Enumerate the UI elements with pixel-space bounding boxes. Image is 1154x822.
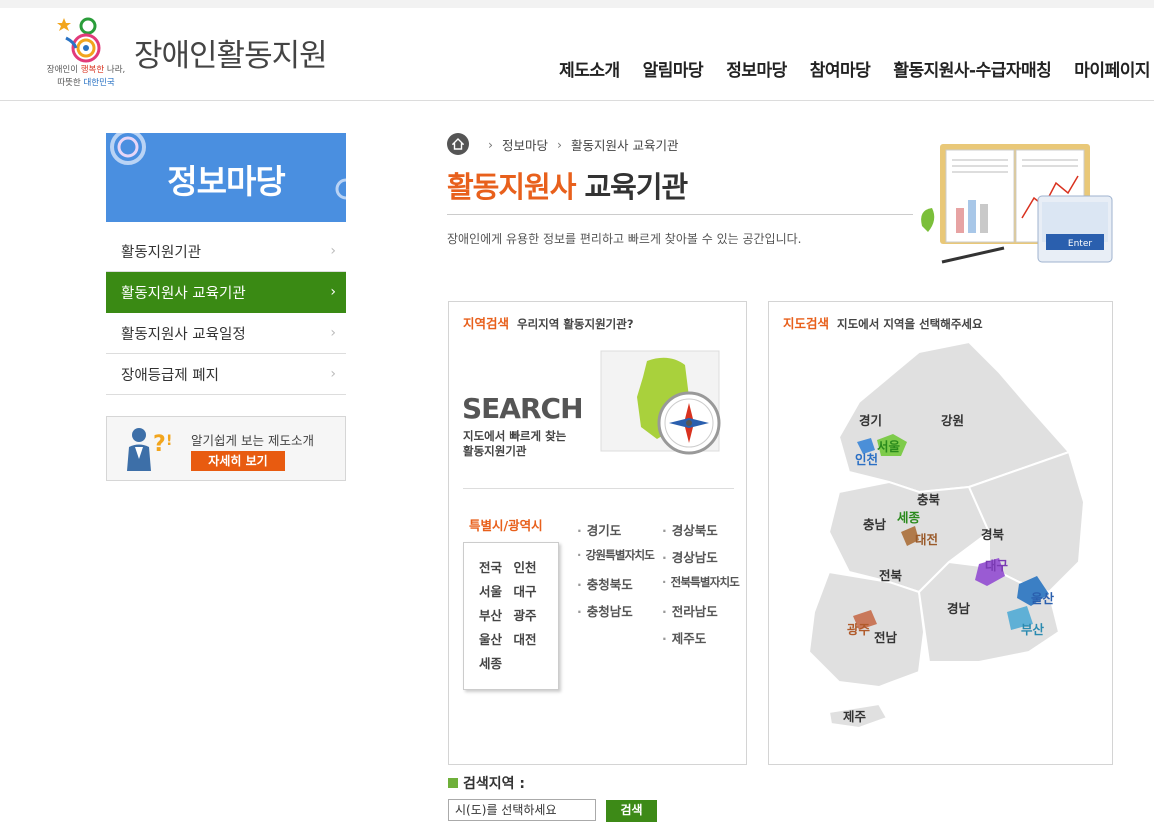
map-label-gyeonggi[interactable]: 경기: [859, 413, 882, 428]
metro-item[interactable]: 서울: [479, 581, 514, 605]
nav-item-mypage[interactable]: 마이페이지: [1074, 56, 1150, 81]
banner-text: 알기쉽게 보는 제도소개: [191, 433, 314, 448]
chevron-right-icon: ›: [330, 366, 336, 382]
map-label-chungbuk[interactable]: 충북: [917, 492, 941, 507]
breadcrumb-item[interactable]: 정보마당: [502, 135, 548, 154]
region-search-label: 지역검색 우리지역 활동지원기관?: [463, 316, 634, 331]
svg-text:?: ?: [153, 432, 166, 457]
map-search-panel: 지도검색 지도에서 지역을 선택해주세요 경기 강원 서울 인천 충북 충남 세…: [768, 301, 1113, 765]
nav-item-info[interactable]: 정보마당: [726, 56, 787, 81]
region-select[interactable]: 시(도)를 선택하세요: [448, 799, 596, 821]
nav-item-notice[interactable]: 알림마당: [643, 56, 704, 81]
document-folder-illustration: Enter: [921, 144, 1113, 264]
page-description: 장애인에게 유용한 정보를 편리하고 빠르게 찾아볼 수 있는 공간입니다.: [447, 232, 802, 246]
map-label-gwangju[interactable]: 광주: [847, 622, 871, 637]
map-search-label: 지도검색 지도에서 지역을 선택해주세요: [783, 316, 983, 331]
map-label-gangwon[interactable]: 강원: [941, 413, 964, 428]
chevron-right-icon: ›: [330, 243, 336, 259]
map-label-gyeongbuk[interactable]: 경북: [981, 527, 1005, 542]
system-intro-banner[interactable]: ? ! 알기쉽게 보는 제도소개 자세히 보기: [106, 416, 346, 481]
metro-item[interactable]: 부산: [479, 605, 514, 629]
map-label-daegu[interactable]: 대구: [985, 558, 1009, 573]
top-strip: [0, 0, 1154, 8]
korea-map[interactable]: 경기 강원 서울 인천 충북 충남 세종 대전 경북 대구 전북 경남 울산 부…: [769, 332, 1114, 762]
breadcrumb: › 정보마당 › 활동지원사 교육기관: [447, 133, 679, 155]
search-region-label: 검색지역 :: [448, 773, 525, 793]
nav-item-participation[interactable]: 참여마당: [810, 56, 871, 81]
enter-key-label: Enter: [1068, 239, 1092, 249]
province-item[interactable]: 충청북도: [577, 574, 654, 601]
region-search-panel: 지역검색 우리지역 활동지원기관? SEARCH 지도에서 빠르게 찾는 활동지원기…: [448, 301, 747, 765]
metro-item[interactable]: 인천: [514, 557, 549, 581]
panel-divider: [463, 488, 734, 489]
province-item[interactable]: 경상북도: [662, 520, 739, 547]
metro-item[interactable]: 대전: [514, 629, 549, 653]
metro-item[interactable]: 대구: [514, 581, 549, 605]
logo-slogan: 장애인이 행복한 나라, 따뜻한 대한민국: [46, 65, 126, 88]
metro-item[interactable]: 세종: [479, 653, 514, 677]
banner-detail-button[interactable]: 자세히 보기: [191, 451, 285, 471]
province-item[interactable]: 경기도: [577, 520, 654, 547]
metro-item[interactable]: 광주: [514, 605, 549, 629]
metro-item[interactable]: 전국: [479, 557, 514, 581]
breadcrumb-separator-icon: ›: [488, 136, 493, 152]
province-item[interactable]: 경상남도: [662, 547, 739, 574]
site-header: 장애인이 행복한 나라, 따뜻한 대한민국 장애인활동지원 제도소개 알림마당 …: [0, 8, 1154, 101]
chevron-right-icon: ›: [330, 325, 336, 341]
metro-item[interactable]: 울산: [479, 629, 514, 653]
nav-item-matching[interactable]: 활동지원사-수급자매칭: [893, 56, 1051, 81]
sidebar-title-text: 정보마당: [167, 162, 285, 201]
province-item[interactable]: 강원특별자치도: [577, 547, 655, 574]
map-label-chungnam[interactable]: 충남: [863, 517, 887, 532]
sidebar-item-training-schedule[interactable]: 활동지원사 교육일정 ›: [106, 313, 346, 354]
chevron-right-icon: ›: [330, 284, 336, 300]
sidebar-menu: 활동지원기관 › 활동지원사 교육기관 › 활동지원사 교육일정 › 장애등급제 폐지…: [106, 231, 346, 395]
map-label-jeonnam[interactable]: 전남: [874, 630, 898, 645]
search-heading: SEARCH: [462, 392, 584, 425]
logo-icon[interactable]: [56, 16, 106, 68]
main-nav: 제도소개 알림마당 정보마당 참여마당 활동지원사-수급자매칭 마이페이지: [536, 56, 1150, 81]
map-compass-icon: [600, 350, 721, 455]
map-label-jeju[interactable]: 제주: [843, 709, 867, 724]
province-item[interactable]: 전북특별자치도: [662, 574, 740, 601]
site-title[interactable]: 장애인활동지원: [134, 30, 328, 75]
metro-label: 특별시/광역시: [469, 518, 543, 533]
bullet-square-icon: [448, 778, 458, 788]
sidebar-item-support-agency[interactable]: 활동지원기관 ›: [106, 231, 346, 272]
province-list-col1: 경기도 강원특별자치도 충청북도 충청남도: [577, 520, 655, 628]
breadcrumb-item[interactable]: 활동지원사 교육기관: [571, 135, 678, 154]
map-label-jeonbuk[interactable]: 전북: [879, 568, 903, 583]
map-label-incheon[interactable]: 인천: [855, 452, 878, 467]
sidebar-item-training-institution[interactable]: 활동지원사 교육기관 ›: [106, 272, 346, 313]
map-label-seoul[interactable]: 서울: [877, 439, 901, 454]
map-label-ulsan[interactable]: 울산: [1031, 591, 1055, 606]
title-divider: [447, 214, 913, 215]
breadcrumb-separator-icon: ›: [557, 136, 563, 152]
province-list-col2: 경상북도 경상남도 전북특별자치도 전라남도 제주도: [662, 520, 740, 655]
metro-list: 전국 인천 서울 대구 부산 광주 울산 대전 세종: [463, 542, 559, 690]
nav-item-system-intro[interactable]: 제도소개: [559, 56, 620, 81]
province-item[interactable]: 제주도: [662, 628, 739, 655]
map-label-daejeon[interactable]: 대전: [915, 532, 938, 547]
province-item[interactable]: 전라남도: [662, 601, 739, 628]
sidebar-item-grade-abolition[interactable]: 장애등급제 폐지 ›: [106, 354, 346, 395]
person-question-icon: ? !: [127, 428, 172, 471]
svg-text:!: !: [166, 433, 172, 449]
home-icon[interactable]: [447, 133, 469, 155]
sidebar-title: 정보마당: [106, 133, 346, 222]
province-item[interactable]: 충청남도: [577, 601, 654, 628]
search-subtext: 지도에서 빠르게 찾는 활동지원기관: [463, 429, 567, 458]
map-label-sejong[interactable]: 세종: [897, 510, 921, 525]
search-button[interactable]: 검색: [606, 800, 657, 822]
map-label-gyeongnam[interactable]: 경남: [947, 601, 971, 616]
page-title: 활동지원사 교육기관: [447, 170, 688, 204]
map-label-busan[interactable]: 부산: [1021, 622, 1045, 637]
